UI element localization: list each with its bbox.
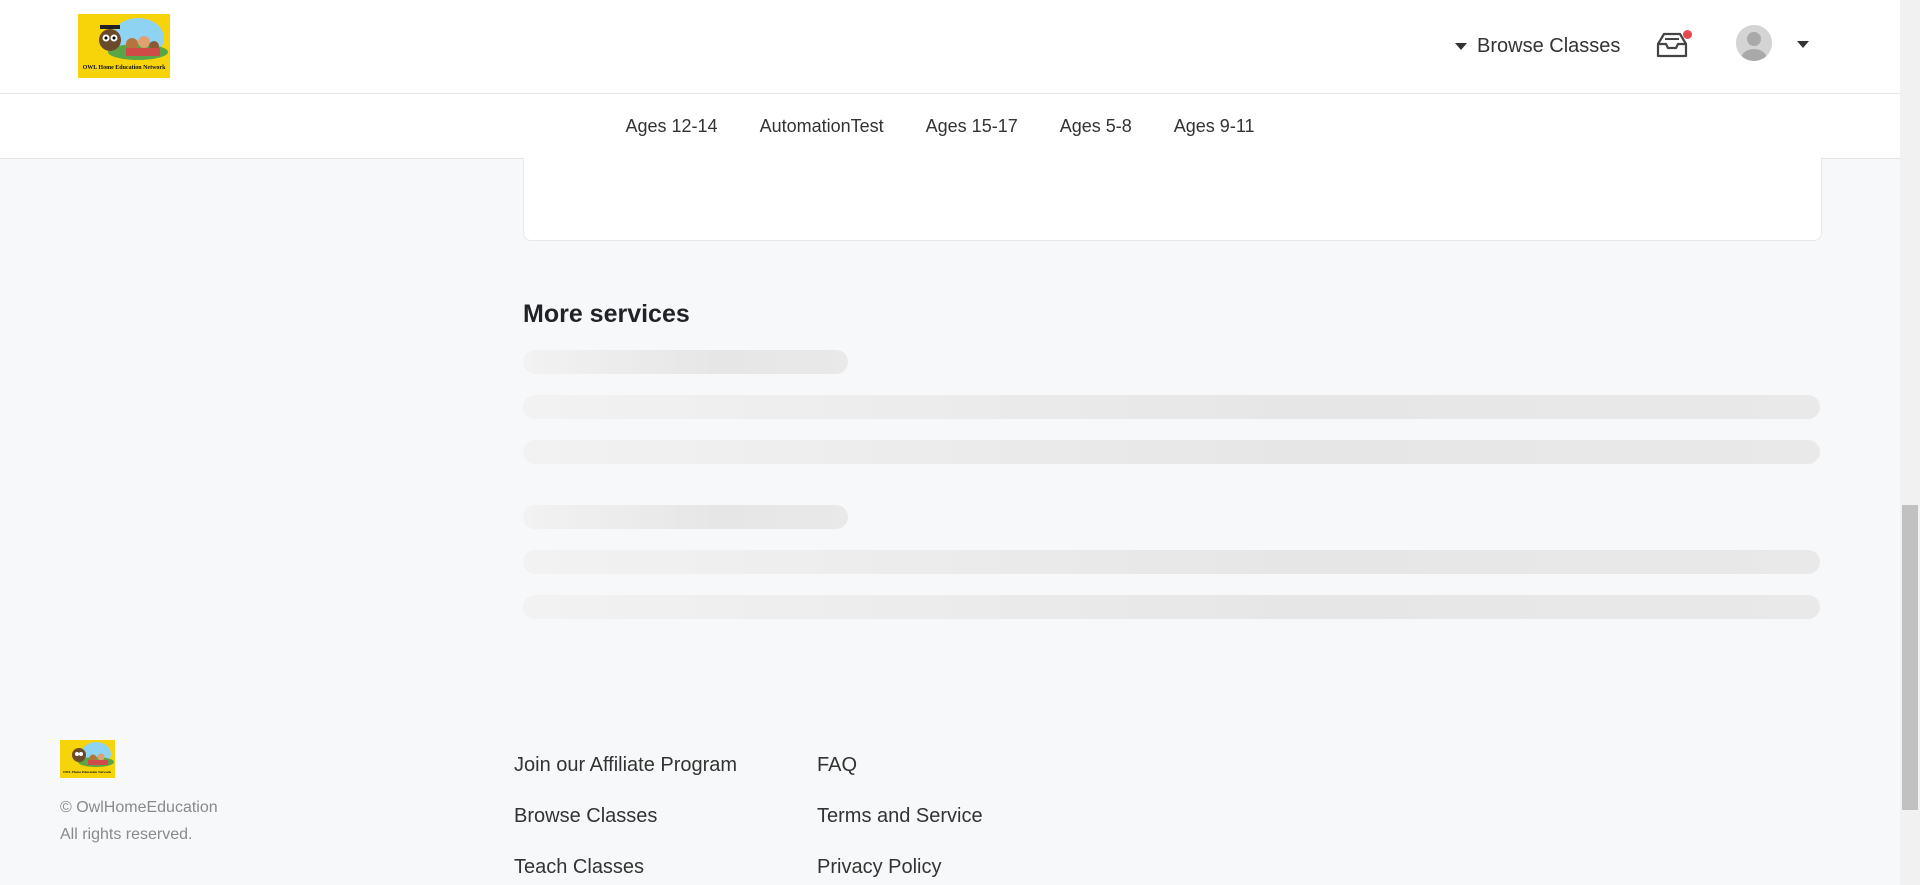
site-logo[interactable]: OWL Home Education Network xyxy=(78,14,170,78)
section-title: More services xyxy=(523,300,690,328)
category-ages-9-11[interactable]: Ages 9-11 xyxy=(1174,116,1255,137)
notification-badge xyxy=(1683,30,1692,39)
footer-link-privacy[interactable]: Privacy Policy xyxy=(817,856,941,879)
category-automationtest[interactable]: AutomationTest xyxy=(760,116,884,137)
footer-link-affiliate[interactable]: Join our Affiliate Program xyxy=(514,754,737,777)
browse-classes-dropdown[interactable]: Browse Classes xyxy=(1455,32,1620,60)
owl-logo-icon: OWL Home Education Network xyxy=(60,740,115,778)
category-ages-12-14[interactable]: Ages 12-14 xyxy=(626,116,718,137)
category-ages-5-8[interactable]: Ages 5-8 xyxy=(1060,116,1132,137)
category-ages-15-17[interactable]: Ages 15-17 xyxy=(926,116,1018,137)
content-card xyxy=(523,158,1822,241)
skeleton-line xyxy=(523,395,1820,419)
skeleton-line xyxy=(523,350,848,374)
caret-down-icon xyxy=(1455,42,1467,50)
skeleton-line xyxy=(523,505,848,529)
copyright-text: © OwlHomeEducation xyxy=(60,799,218,816)
footer-link-terms[interactable]: Terms and Service xyxy=(817,805,983,828)
svg-text:OWL Home Education Network: OWL Home Education Network xyxy=(63,770,111,774)
category-nav: Ages 12-14 AutomationTest Ages 15-17 Age… xyxy=(0,94,1900,159)
owl-logo-icon: OWL Home Education Network xyxy=(78,14,170,78)
skeleton-line xyxy=(523,550,1820,574)
footer-link-teach-classes[interactable]: Teach Classes xyxy=(514,856,644,879)
rights-text: All rights reserved. xyxy=(60,826,193,843)
footer-logo[interactable]: OWL Home Education Network xyxy=(60,740,115,778)
footer-link-browse-classes[interactable]: Browse Classes xyxy=(514,805,657,828)
scrollbar-thumb[interactable] xyxy=(1902,505,1918,810)
account-menu-caret-icon[interactable] xyxy=(1797,41,1809,48)
top-header: OWL Home Education Network Browse Classe… xyxy=(0,0,1900,94)
footer-link-faq[interactable]: FAQ xyxy=(817,754,857,777)
browse-classes-label: Browse Classes xyxy=(1477,34,1621,57)
skeleton-line xyxy=(523,595,1820,619)
user-avatar-icon[interactable] xyxy=(1736,25,1772,61)
skeleton-line xyxy=(523,440,1820,464)
svg-text:OWL Home Education Network: OWL Home Education Network xyxy=(83,65,166,71)
